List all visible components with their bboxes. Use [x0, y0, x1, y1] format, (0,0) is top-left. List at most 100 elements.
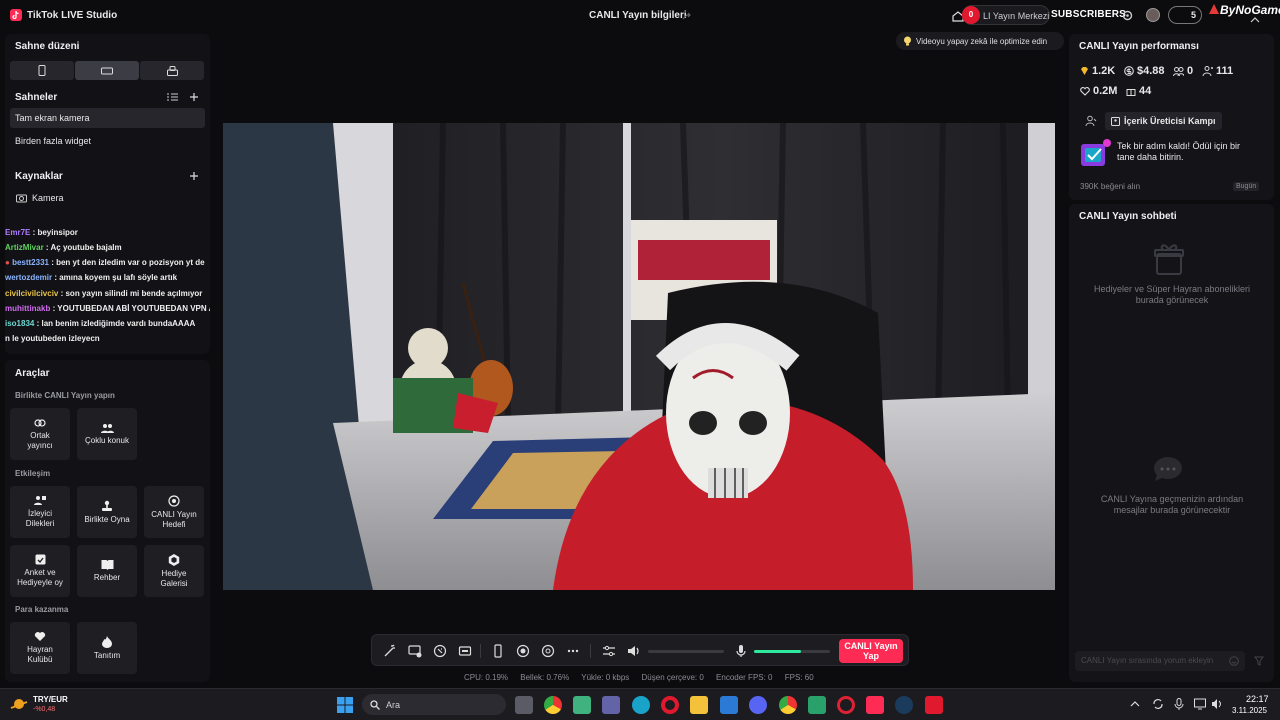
fan-club-button[interactable]: Hayran Kulübü: [10, 622, 70, 674]
steam-icon[interactable]: [895, 696, 913, 714]
volume-slider[interactable]: [648, 650, 724, 653]
more-icon[interactable]: [566, 644, 580, 658]
lightbulb-icon: [904, 36, 911, 46]
chat-input[interactable]: CANLI Yayın sırasında yorum ekleyin: [1075, 651, 1245, 671]
clock-date[interactable]: 3.11.2025: [1232, 706, 1267, 715]
chrome-icon[interactable]: [544, 696, 562, 714]
go-live-button[interactable]: CANLI Yayın Yap: [839, 639, 903, 663]
layout-portrait-button[interactable]: [10, 61, 74, 80]
screen-capture-icon[interactable]: [408, 644, 422, 658]
phone-portrait-icon: [38, 65, 46, 76]
settings-icon[interactable]: [1121, 9, 1134, 22]
task-view-icon[interactable]: [515, 696, 533, 714]
record-icon[interactable]: [516, 644, 530, 658]
scene-item[interactable]: Tam ekran kamera: [10, 108, 205, 128]
viewer-requests-button[interactable]: İzleyici Dilekleri: [10, 486, 70, 538]
dollar-icon: [1124, 66, 1134, 76]
mic-level-fill: [754, 650, 802, 653]
volume-tray-icon[interactable]: [1211, 698, 1223, 710]
live-goal-button[interactable]: CANLI Yayın Hedefi: [144, 486, 204, 538]
layout-title: Sahne düzeni: [15, 41, 80, 52]
creator-camp-tag[interactable]: İçerik Üreticisi Kampı: [1105, 112, 1222, 130]
app-green-icon[interactable]: [808, 696, 826, 714]
tiktok-logo-icon: [10, 9, 22, 21]
earnings-value: $4.88: [1137, 65, 1165, 77]
creator-profile-icon[interactable]: [1085, 115, 1097, 127]
gift-box-icon: [1150, 240, 1190, 276]
microphone-icon[interactable]: [734, 644, 748, 658]
media-icon[interactable]: [458, 644, 472, 658]
landscape-icon: [101, 67, 113, 74]
photos-icon[interactable]: [573, 696, 591, 714]
section-money: Para kazanma: [15, 605, 69, 614]
audio-mixer-icon[interactable]: [602, 644, 616, 658]
share-icon[interactable]: [681, 10, 693, 22]
chat-username: Emr7E: [5, 228, 31, 237]
today-badge: Bugün: [1233, 182, 1260, 191]
chat-text: : beyinsipor: [30, 228, 78, 237]
teams-icon[interactable]: [602, 696, 620, 714]
magic-wand-icon[interactable]: [383, 644, 397, 658]
chat-message: ArtizMivar : Aç youtube bajalm: [5, 243, 210, 252]
target-icon: [168, 494, 180, 507]
mic-tray-icon[interactable]: [1174, 698, 1184, 710]
discord-icon[interactable]: [749, 696, 767, 714]
tray-chevron-icon[interactable]: [1130, 700, 1140, 708]
taskbar-search[interactable]: Ara: [362, 694, 506, 715]
display-icon[interactable]: [1194, 698, 1206, 710]
tool-label: Rehber: [93, 573, 121, 582]
avatar[interactable]: [1146, 8, 1160, 22]
effects-icon[interactable]: [433, 644, 447, 658]
filter-icon[interactable]: [1254, 656, 1264, 666]
windows-start-icon[interactable]: [336, 696, 354, 714]
gift-gallery-icon: [168, 553, 180, 566]
speaker-icon[interactable]: [627, 644, 641, 658]
subscribers-label: SUBSCRIBERS: [1051, 9, 1126, 20]
heart-outline-icon: [1080, 86, 1090, 96]
chrome-active-icon[interactable]: [779, 696, 797, 714]
chat-text: : YOUTUBEDAN ABİ YOUTUBEDAN VPN AÇ: [50, 304, 210, 313]
camp-message: Tek bir adım kaldı! Ödül için bir tane d…: [1117, 141, 1241, 162]
clock-time[interactable]: 22:17: [1246, 694, 1269, 704]
tiktok-studio-icon[interactable]: [866, 696, 884, 714]
viewers-icon: [1173, 66, 1184, 76]
dual-screen-icon: [166, 65, 178, 76]
weather-widget[interactable]: TRY/EUR -%0,48: [10, 694, 80, 716]
phone-icon[interactable]: [491, 644, 505, 658]
scene-list-icon[interactable]: [167, 92, 178, 102]
flame-icon: [102, 635, 112, 648]
source-item[interactable]: Kamera: [32, 193, 64, 203]
mic-level-slider[interactable]: [754, 650, 830, 653]
guide-button[interactable]: Rehber: [77, 545, 137, 597]
poll-button[interactable]: Anket ve Hediyeyle oy: [10, 545, 70, 597]
chat-username: ArtizMivar: [5, 243, 44, 252]
add-scene-icon[interactable]: [189, 92, 199, 102]
layout-landscape-button[interactable]: [75, 61, 139, 80]
add-source-icon[interactable]: [189, 171, 199, 181]
multiguest-button[interactable]: Çoklu konuk: [77, 408, 137, 460]
chat-message: wertozdemir : amına koyem şu lafı söyle …: [5, 273, 210, 282]
currency-pair: TRY/EUR: [33, 695, 68, 704]
live-info-title[interactable]: CANLI Yayın bilgileri: [589, 10, 687, 21]
camera-lens-icon[interactable]: [541, 644, 555, 658]
video-preview[interactable]: [223, 123, 1055, 590]
cohost-button[interactable]: Ortak yayıncı: [10, 408, 70, 460]
sync-icon[interactable]: [1152, 698, 1164, 710]
chat-message: iso1834 : lan benim izlediğimde vardı bu…: [5, 319, 210, 328]
creator-camp-label: İçerik Üreticisi Kampı: [1124, 116, 1216, 126]
play-together-button[interactable]: Birlikte Oyna: [77, 486, 137, 538]
chevron-up-icon[interactable]: [1250, 16, 1260, 24]
app-red-icon[interactable]: [837, 696, 855, 714]
ai-optimize-hint[interactable]: Videoyu yapay zekâ ile optimize edin: [896, 32, 1064, 50]
promote-button[interactable]: Tanıtım: [77, 622, 137, 674]
gift-gallery-button[interactable]: Hediye Galerisi: [144, 545, 204, 597]
layout-dual-button[interactable]: [140, 61, 204, 80]
scene-item[interactable]: Birden fazla widget: [10, 131, 205, 151]
file-explorer-icon[interactable]: [690, 696, 708, 714]
youtube-icon[interactable]: [925, 696, 943, 714]
store-icon[interactable]: [720, 696, 738, 714]
tool-label: Ortak yayıncı: [27, 430, 53, 450]
opera-icon[interactable]: [661, 696, 679, 714]
edge-icon[interactable]: [632, 696, 650, 714]
emoji-icon[interactable]: [1229, 656, 1239, 666]
